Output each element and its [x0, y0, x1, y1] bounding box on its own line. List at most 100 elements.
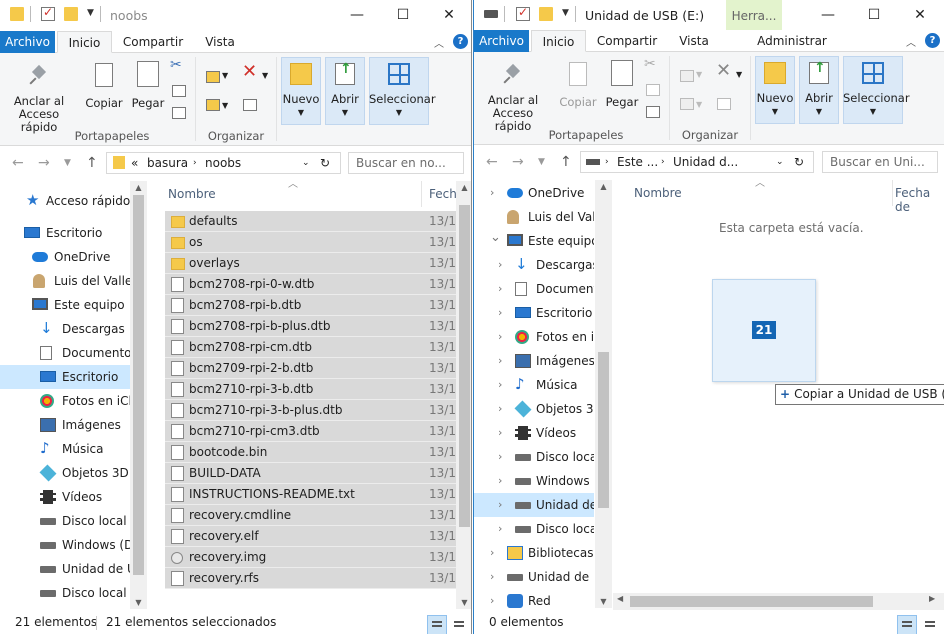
tab-share[interactable]: Compartir [592, 30, 662, 52]
nav-item[interactable]: ♪ Música [0, 437, 130, 461]
chevron-down-icon[interactable]: ▼ [696, 98, 702, 111]
close-button[interactable]: ✕ [897, 2, 943, 28]
file-row[interactable]: BUILD-DATA 13/11 [165, 463, 456, 484]
move-to-icon[interactable] [206, 71, 220, 83]
delete-icon[interactable]: ✕ [242, 63, 257, 81]
nav-item[interactable]: Disco local (F [0, 581, 130, 605]
chevron-right-icon[interactable]: › [498, 325, 502, 349]
collapse-ribbon-icon[interactable]: ︿ [434, 35, 444, 50]
scroll-left-icon[interactable]: ◀ [617, 594, 623, 603]
chevron-right-icon[interactable]: › [498, 253, 502, 277]
help-icon[interactable]: ? [453, 34, 468, 49]
pin-quick-access-button[interactable]: Anclar al Acceso rápido [480, 64, 546, 133]
details-view-button[interactable] [427, 615, 447, 634]
copy-path-icon[interactable] [172, 85, 186, 97]
nav-item[interactable]: › Disco local [474, 445, 594, 469]
nav-item[interactable]: › ↓ Descargas [474, 253, 594, 277]
select-button[interactable]: Seleccionar ▼ [843, 62, 910, 118]
chevron-down-icon[interactable]: ⌄ [302, 158, 310, 168]
file-row[interactable]: INSTRUCTIONS-README.txt 13/11 [165, 484, 456, 505]
file-row[interactable]: bcm2708-rpi-b-plus.dtb 13/11 [165, 316, 456, 337]
chevron-right-icon[interactable]: › [498, 421, 502, 445]
horizontal-scrollbar[interactable]: ◀ ▶ [613, 593, 944, 610]
nav-item[interactable]: › Red [474, 589, 594, 609]
file-row[interactable]: os 13/11 [165, 232, 456, 253]
chevron-right-icon[interactable]: › [498, 469, 502, 493]
rename-icon[interactable] [717, 98, 731, 110]
forward-icon[interactable]: → [38, 155, 50, 171]
chevron-right-icon[interactable]: › [498, 301, 502, 325]
copy-to-icon[interactable] [206, 99, 220, 111]
scroll-down-icon[interactable]: ▼ [130, 598, 147, 607]
properties-icon[interactable] [41, 5, 55, 21]
scroll-thumb[interactable] [459, 205, 470, 527]
cut-icon[interactable]: ✂ [644, 57, 656, 71]
minimize-button[interactable]: — [334, 2, 380, 28]
nav-item[interactable]: › Bibliotecas [474, 541, 594, 565]
tab-home[interactable]: Inicio [57, 31, 112, 53]
tab-view[interactable]: Vista [196, 31, 244, 53]
address-bar[interactable]: « basura › noobs ⌄ ↻ [106, 152, 341, 174]
select-button[interactable]: Seleccionar ▼ [369, 63, 436, 119]
nav-item[interactable]: › ♪ Música [474, 373, 594, 397]
new-button[interactable]: Nuevo ▼ [755, 62, 795, 118]
file-row[interactable]: bcm2710-rpi-cm3.dtb 13/11 [165, 421, 456, 442]
file-row[interactable]: overlays 13/11 [165, 253, 456, 274]
file-row[interactable]: recovery.cmdline 13/11 [165, 505, 456, 526]
nav-item[interactable]: Escritorio [0, 221, 130, 245]
chevron-down-icon[interactable]: ▼ [562, 8, 570, 22]
nav-item[interactable]: ★ Acceso rápido [0, 189, 130, 213]
breadcrumb-item[interactable]: Unidad d... [673, 155, 738, 169]
nav-item[interactable]: › Objetos 3D [474, 397, 594, 421]
nav-item[interactable]: › Windows (D [474, 469, 594, 493]
paste-shortcut-icon[interactable] [646, 106, 660, 118]
scroll-up-icon[interactable]: ▲ [595, 182, 612, 191]
nav-item[interactable]: Disco local (C [0, 509, 130, 533]
cut-icon[interactable]: ✂ [170, 58, 182, 72]
nav-item[interactable]: Vídeos [0, 485, 130, 509]
file-row[interactable]: bootcode.bin 13/11 [165, 442, 456, 463]
up-icon[interactable]: ↑ [86, 155, 98, 171]
scroll-thumb[interactable] [630, 596, 873, 607]
details-view-button[interactable] [897, 615, 917, 634]
file-row[interactable]: defaults 13/11 [165, 211, 456, 232]
nav-item[interactable]: › Fotos en iC [474, 325, 594, 349]
nav-item[interactable]: Este equipo [0, 293, 130, 317]
scroll-thumb[interactable] [133, 195, 144, 575]
rename-icon[interactable] [243, 99, 257, 111]
nav-item[interactable]: › Documentos [474, 277, 594, 301]
properties-icon[interactable] [516, 5, 530, 21]
nav-item[interactable]: › Vídeos [474, 421, 594, 445]
maximize-button[interactable]: ☐ [380, 2, 426, 28]
help-icon[interactable]: ? [925, 33, 940, 48]
chevron-right-icon[interactable]: › [498, 349, 502, 373]
nav-item[interactable]: Unidad de US [0, 557, 130, 581]
up-icon[interactable]: ↑ [560, 154, 572, 170]
nav-item[interactable]: › Disco local [474, 517, 594, 541]
chevron-right-icon[interactable]: › [498, 517, 502, 541]
chevron-right-icon[interactable]: › [490, 589, 494, 609]
open-button[interactable]: Abrir ▼ [325, 63, 365, 119]
file-row[interactable]: bcm2708-rpi-0-w.dtb 13/11 [165, 274, 456, 295]
tab-file[interactable]: Archivo [0, 31, 55, 53]
address-bar[interactable]: › Este ... › Unidad d... ⌄ ↻ [580, 151, 814, 173]
copy-to-icon[interactable] [680, 98, 694, 110]
recent-chevron-icon[interactable]: ▼ [538, 157, 545, 167]
breadcrumb-item[interactable]: basura [147, 156, 188, 170]
refresh-icon[interactable]: ↻ [794, 155, 804, 169]
tab-file[interactable]: Archivo [474, 30, 529, 52]
nav-item[interactable]: Luis del Valle [474, 205, 594, 229]
file-row[interactable]: recovery.rfs 13/11 [165, 568, 456, 589]
recent-chevron-icon[interactable]: ▼ [64, 158, 71, 168]
back-icon[interactable]: ← [12, 155, 24, 171]
chevron-right-icon[interactable]: › [498, 493, 502, 517]
nav-scrollbar[interactable]: ▲ ▼ [130, 181, 147, 609]
nav-item[interactable]: ↓ Descargas [0, 317, 130, 341]
file-row[interactable]: bcm2710-rpi-3-b-plus.dtb 13/11 [165, 400, 456, 421]
nav-item[interactable]: Luis del Valle H [0, 269, 130, 293]
open-button[interactable]: Abrir ▼ [799, 62, 839, 118]
nav-item[interactable]: OneDrive [0, 245, 130, 269]
column-header-date[interactable]: Fecha de [894, 180, 944, 214]
chevron-down-icon[interactable]: ⌄ [490, 229, 501, 250]
new-button[interactable]: Nuevo ▼ [281, 63, 321, 119]
